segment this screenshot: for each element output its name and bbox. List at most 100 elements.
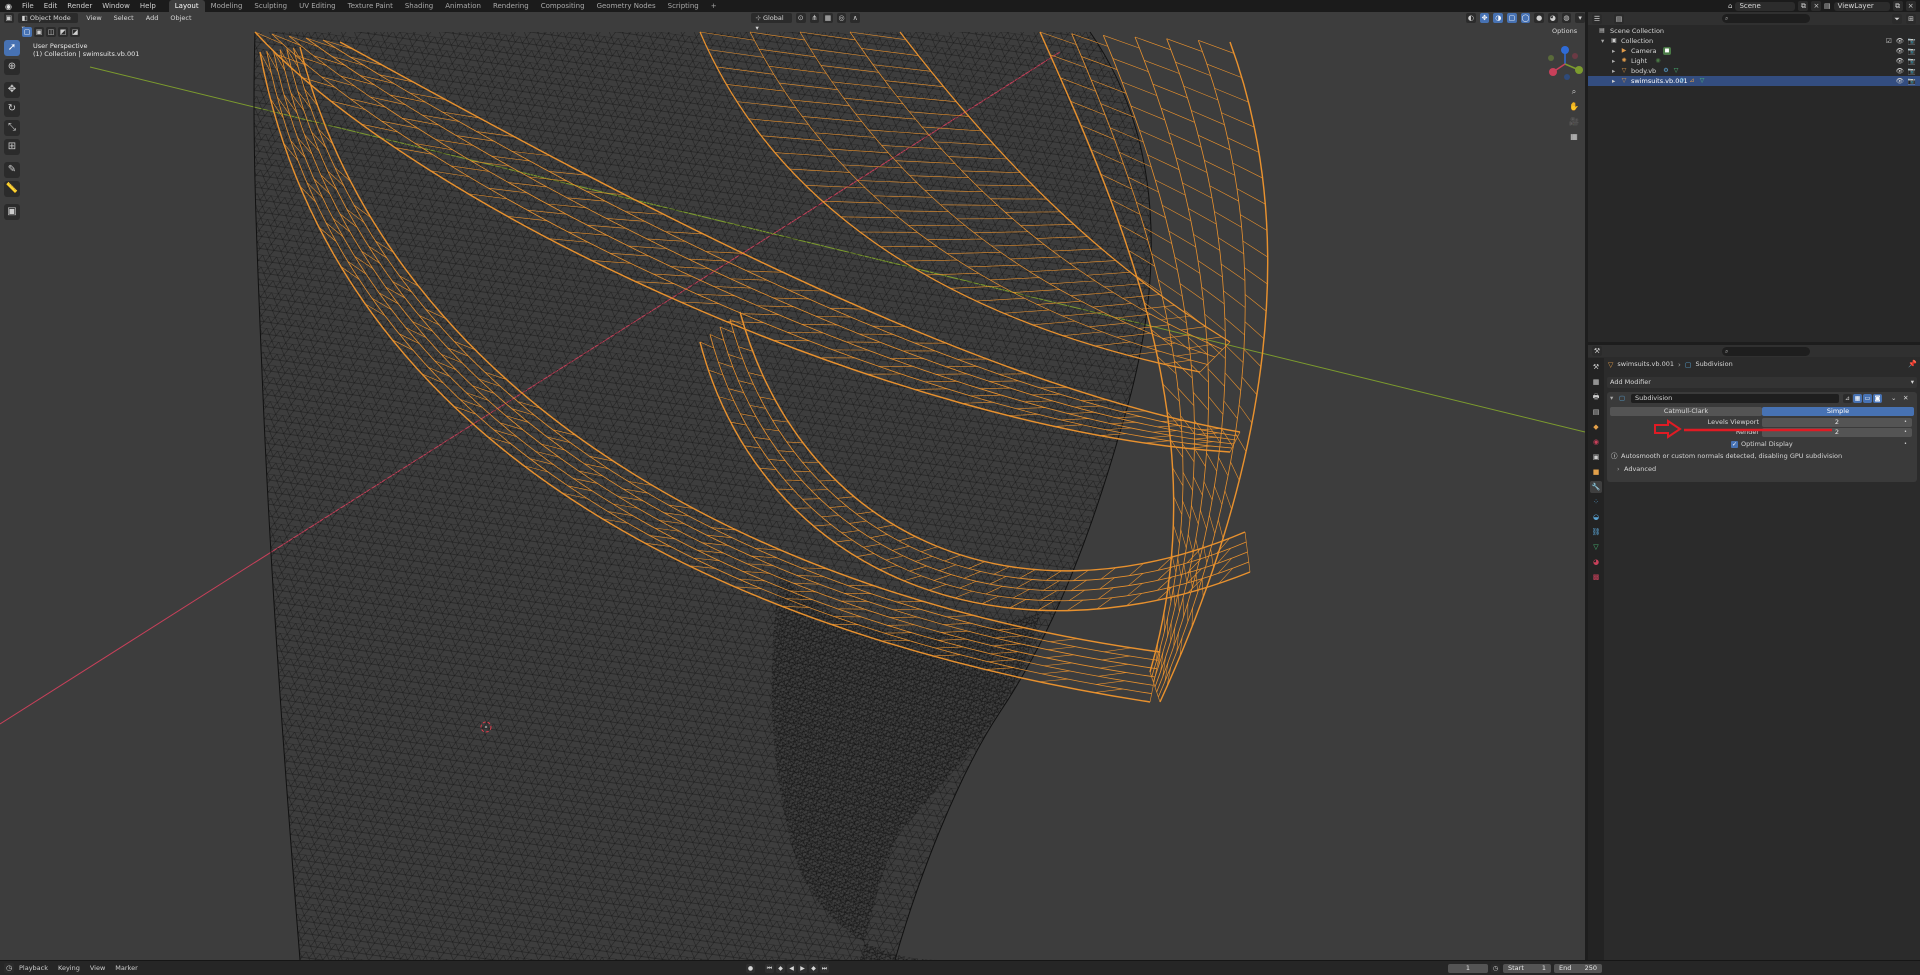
object-tab-icon[interactable]: ■ <box>1590 466 1602 478</box>
collection-tab-icon[interactable]: ▣ <box>1590 451 1602 463</box>
constraints-tab-icon[interactable]: ⛓ <box>1590 526 1602 538</box>
current-frame-field[interactable]: 1 <box>1448 964 1488 973</box>
close-view-layer-icon[interactable]: × <box>1905 1 1916 11</box>
preview-range-icon[interactable]: ◷ <box>1491 964 1500 973</box>
editor-type-icon[interactable]: ▣ <box>4 13 14 23</box>
expand-arrow-icon[interactable]: ▸ <box>1612 56 1615 66</box>
modifier-wrench-icon[interactable]: ⚙ <box>1662 67 1670 75</box>
record-icon[interactable]: ● <box>746 964 755 973</box>
timeline-menu-keying[interactable]: Keying <box>53 964 85 972</box>
menu-edit[interactable]: Edit <box>39 0 63 12</box>
expand-arrow-icon[interactable]: ▸ <box>1612 66 1615 76</box>
modifier-wrench-icon[interactable]: ⚙ <box>1678 77 1686 85</box>
outliner-editor-type-icon[interactable]: ☰ <box>1592 14 1602 24</box>
menu-window[interactable]: Window <box>97 0 135 12</box>
render-camera-icon[interactable]: ◙ <box>1873 394 1882 403</box>
visibility-icon[interactable]: ◐ <box>1466 13 1476 23</box>
advanced-subpanel-label[interactable]: Advanced <box>1624 465 1656 474</box>
workspace-tab-modeling[interactable]: Modeling <box>205 0 249 12</box>
transform-tool-icon[interactable]: ⊞ <box>4 139 20 155</box>
play-reverse-icon[interactable]: ◀ <box>787 964 796 973</box>
material-shading-icon[interactable]: ◕ <box>1548 13 1558 23</box>
copy-view-layer-icon[interactable]: ⧉ <box>1892 1 1903 11</box>
select-subtract-icon[interactable]: ◫ <box>46 27 56 37</box>
outliner-row-light[interactable]: ▸ ✺ Light ◉ 👁 📷 <box>1588 56 1920 66</box>
viewport-menu-view[interactable]: View <box>82 13 105 23</box>
camera-render-icon[interactable]: 📷 <box>1908 76 1916 86</box>
workspace-tab-layout[interactable]: Layout <box>168 0 205 12</box>
scene-field[interactable]: Scene <box>1735 1 1796 11</box>
vertex-group-icon[interactable]: ⊿ <box>1688 77 1696 85</box>
eye-icon[interactable]: 👁 <box>1896 46 1904 56</box>
jump-end-icon[interactable]: ⏭ <box>820 964 829 973</box>
outliner-display-mode-icon[interactable]: ▤ <box>1614 14 1624 24</box>
camera-render-icon[interactable]: 📷 <box>1908 56 1916 66</box>
move-tool-icon[interactable]: ✥ <box>4 82 20 98</box>
rendered-shading-icon[interactable]: ◍ <box>1561 13 1572 23</box>
pin-icon[interactable]: 📌 <box>1908 360 1917 368</box>
falloff-icon[interactable]: ∧ <box>850 13 861 23</box>
add-modifier-button[interactable]: Add Modifier ▾ <box>1607 377 1917 388</box>
outliner-row-camera[interactable]: ▸ ▶ Camera ◼ 👁 📷 <box>1588 46 1920 56</box>
outliner-search-input[interactable]: ⌕ <box>1722 14 1810 23</box>
xray-toggle-icon[interactable]: ▢ <box>1507 13 1517 23</box>
select-extend-icon[interactable]: ▣ <box>34 27 44 37</box>
copy-scene-icon[interactable]: ⧉ <box>1798 1 1809 11</box>
material-tab-icon[interactable]: ◕ <box>1590 556 1602 568</box>
start-frame-field[interactable]: Start 1 <box>1503 964 1551 973</box>
new-collection-icon[interactable]: ⊞ <box>1906 14 1916 24</box>
keyframe-dot-icon[interactable]: • <box>1904 428 1907 437</box>
overlay-toggle-icon[interactable]: ◑ <box>1493 13 1504 23</box>
select-box-tool-icon[interactable]: ➚ <box>4 40 20 56</box>
remove-modifier-icon[interactable]: ✕ <box>1903 394 1908 403</box>
timeline-menu-view[interactable]: View <box>85 964 110 972</box>
navigation-gizmo[interactable] <box>1545 44 1585 84</box>
end-frame-field[interactable]: End 250 <box>1554 964 1602 973</box>
solid-shading-icon[interactable]: ● <box>1534 13 1544 23</box>
pivot-point-icon[interactable]: ⊙ <box>795 13 806 23</box>
workspace-tab-scripting[interactable]: Scripting <box>662 0 705 12</box>
options-dropdown[interactable]: Options <box>1548 26 1581 36</box>
menu-help[interactable]: Help <box>135 0 161 12</box>
on-cage-icon[interactable]: ⊿ <box>1843 394 1852 403</box>
particles-tab-icon[interactable]: ⁘ <box>1590 496 1602 508</box>
data-tab-icon[interactable]: ▽ <box>1590 541 1602 553</box>
viewport-menu-object[interactable]: Object <box>166 13 195 23</box>
jump-start-icon[interactable]: ⏮ <box>765 964 774 973</box>
tool-tab-icon[interactable]: ⚒ <box>1590 361 1602 373</box>
outliner-filter-icon[interactable]: ⏷ <box>1892 14 1902 24</box>
advanced-expand-icon[interactable]: › <box>1617 465 1620 474</box>
render-tab-icon[interactable]: ▦ <box>1590 376 1602 388</box>
snap-target-icon[interactable]: ▦ <box>823 13 833 23</box>
expand-arrow-icon[interactable]: ▸ <box>1612 76 1615 86</box>
output-tab-icon[interactable]: 🖶 <box>1590 391 1602 403</box>
workspace-tab-sculpting[interactable]: Sculpting <box>248 0 293 12</box>
physics-tab-icon[interactable]: ◒ <box>1590 511 1602 523</box>
viewport-canvas[interactable] <box>0 12 1585 960</box>
menu-file[interactable]: File <box>17 0 39 12</box>
properties-search-input[interactable]: ⌕ <box>1722 347 1810 356</box>
select-invert-icon[interactable]: ◩ <box>58 27 68 37</box>
outliner-row-body[interactable]: ▸ ▽ body.vb ⚙ ▽ 👁 📷 <box>1588 66 1920 76</box>
scale-tool-icon[interactable]: ⤡ <box>4 120 20 136</box>
select-intersect-icon[interactable]: ◪ <box>70 27 80 37</box>
timeline-menu-marker[interactable]: Marker <box>110 964 142 972</box>
eye-icon[interactable]: 👁 <box>1896 36 1904 46</box>
menu-render[interactable]: Render <box>62 0 97 12</box>
camera-render-icon[interactable]: 📷 <box>1908 36 1916 46</box>
modifier-name-field[interactable]: Subdivision <box>1631 394 1839 403</box>
3d-viewport[interactable] <box>0 12 1585 960</box>
keyframe-dot-icon[interactable]: • <box>1904 418 1907 427</box>
proportional-edit-icon[interactable]: ◎ <box>836 13 847 23</box>
outliner-row-scene-collection[interactable]: ▤ Scene Collection <box>1588 26 1920 36</box>
eye-icon[interactable]: 👁 <box>1896 76 1904 86</box>
pan-hand-icon[interactable]: ✋ <box>1568 101 1580 113</box>
play-icon[interactable]: ▶ <box>798 964 807 973</box>
modifiers-tab-icon[interactable]: 🔧 <box>1590 481 1602 493</box>
camera-view-icon[interactable]: 🎥 <box>1568 116 1580 128</box>
edit-mode-icon[interactable]: ▦ <box>1853 394 1862 403</box>
properties-editor-type-icon[interactable]: ⚒ <box>1592 346 1602 356</box>
workspace-tab-uv-editing[interactable]: UV Editing <box>293 0 342 12</box>
workspace-tab-texture-paint[interactable]: Texture Paint <box>342 0 399 12</box>
checkbox-icon[interactable]: ☑ <box>1886 36 1892 46</box>
